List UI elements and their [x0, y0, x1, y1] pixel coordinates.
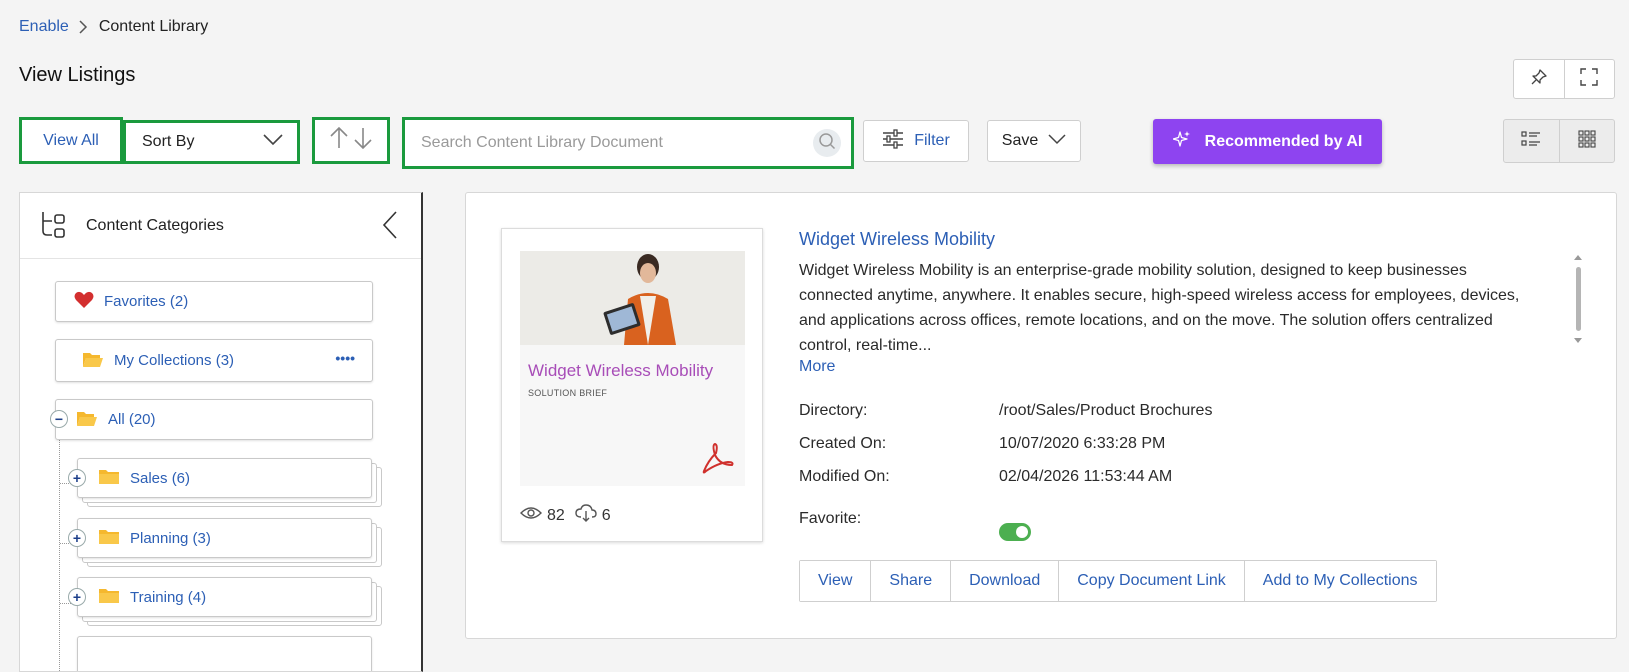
category-planning[interactable]: Planning (3) — [77, 518, 372, 558]
sort-by-select[interactable]: Sort By — [123, 120, 300, 164]
copy-document-link-button[interactable]: Copy Document Link — [1058, 561, 1244, 601]
folder-icon — [98, 587, 120, 608]
categories-icon — [40, 211, 66, 244]
more-link[interactable]: More — [799, 358, 835, 376]
folder-open-icon — [82, 350, 104, 372]
my-collections-node[interactable]: My Collections (3) •••• — [55, 339, 373, 382]
sort-direction-toggle[interactable] — [312, 117, 390, 164]
sort-by-label: Sort By — [142, 133, 195, 150]
chevron-right-icon — [69, 20, 99, 34]
favorites-label: Favorites (2) — [104, 293, 189, 310]
document-stats: 82 6 — [520, 504, 621, 527]
sliders-icon — [882, 128, 904, 154]
grid-view-icon — [1578, 129, 1596, 153]
folder-icon — [98, 468, 120, 489]
all-label: All (20) — [108, 411, 156, 428]
filter-button[interactable]: Filter — [863, 120, 969, 162]
panel-header: Content Categories — [20, 193, 421, 259]
favorites-node[interactable]: Favorites (2) — [55, 281, 373, 322]
folder-open-icon — [76, 409, 98, 431]
expand-planning-toggle[interactable]: + — [68, 529, 86, 547]
views-stat: 82 — [520, 506, 565, 525]
document-thumbnail: Widget Wireless Mobility SOLUTION BRIEF — [520, 251, 745, 486]
breadcrumb: Enable Content Library — [19, 18, 208, 36]
filter-label: Filter — [914, 132, 950, 149]
search-button[interactable] — [813, 129, 841, 157]
cloud-download-icon — [575, 504, 597, 527]
pin-button[interactable] — [1514, 60, 1564, 98]
pin-icon — [1530, 68, 1548, 91]
content-categories-panel: Content Categories Favorites (2) My Coll… — [19, 192, 423, 672]
category-label: Planning (3) — [130, 529, 211, 547]
arrow-down-icon[interactable] — [353, 126, 373, 155]
save-label: Save — [1001, 132, 1039, 149]
directory-value: /root/Sales/Product Brochures — [999, 402, 1213, 419]
scrollbar-thumb[interactable] — [1576, 267, 1581, 331]
downloads-count: 6 — [601, 506, 611, 524]
favorite-label: Favorite: — [799, 510, 862, 527]
tree-line — [59, 433, 60, 671]
downloads-stat: 6 — [575, 504, 611, 527]
document-card: Widget Wireless Mobility SOLUTION BRIEF … — [465, 192, 1617, 639]
sparkle-icon — [1172, 130, 1191, 153]
panel-title: Content Categories — [86, 217, 224, 234]
save-dropdown[interactable]: Save — [987, 120, 1081, 162]
fullscreen-button[interactable] — [1563, 60, 1615, 98]
chevron-down-icon — [1048, 132, 1066, 150]
search-icon — [818, 132, 836, 155]
category-sales[interactable]: Sales (6) — [77, 458, 372, 498]
arrow-up-icon[interactable] — [329, 126, 349, 155]
category-partial[interactable] — [77, 636, 372, 671]
expand-sales-toggle[interactable]: + — [68, 469, 86, 487]
heart-icon — [74, 291, 94, 313]
page-title: View Listings — [19, 64, 136, 86]
category-training[interactable]: Training (4) — [77, 577, 372, 617]
expand-training-toggle[interactable]: + — [68, 588, 86, 606]
chevron-left-icon[interactable] — [382, 211, 398, 244]
ai-button-label: Recommended by AI — [1204, 132, 1363, 150]
document-actions: View Share Download Copy Document Link A… — [799, 560, 1437, 602]
breadcrumb-link-enable[interactable]: Enable — [19, 18, 69, 36]
all-node[interactable]: All (20) — [55, 399, 373, 440]
add-to-my-collections-button[interactable]: Add to My Collections — [1243, 561, 1436, 601]
search-input[interactable] — [419, 133, 813, 153]
fullscreen-icon — [1580, 67, 1598, 91]
directory-label: Directory: — [799, 402, 868, 419]
eye-icon — [520, 506, 542, 525]
modified-value: 02/04/2026 11:53:44 AM — [999, 468, 1173, 485]
chevron-down-icon — [263, 133, 283, 151]
recommended-by-ai-button[interactable]: Recommended by AI — [1153, 119, 1382, 164]
thumbnail-subtitle: SOLUTION BRIEF — [528, 388, 608, 398]
document-description: Widget Wireless Mobility is an enterpris… — [799, 262, 1520, 354]
views-count: 82 — [547, 506, 565, 524]
favorite-toggle[interactable] — [999, 523, 1031, 541]
list-view-icon — [1521, 130, 1541, 153]
created-value: 10/07/2020 6:33:28 PM — [999, 435, 1166, 452]
view-button[interactable]: View — [800, 561, 871, 601]
view-mode-toggle — [1503, 119, 1615, 163]
my-collections-label: My Collections (3) — [114, 352, 235, 369]
grid-view-button[interactable] — [1558, 120, 1615, 162]
list-view-button[interactable] — [1504, 120, 1559, 162]
header-actions — [1513, 59, 1615, 99]
folder-icon — [98, 528, 120, 549]
category-label: Training (4) — [130, 588, 207, 606]
document-title[interactable]: Widget Wireless Mobility — [799, 229, 995, 250]
download-button[interactable]: Download — [950, 561, 1059, 601]
share-button[interactable]: Share — [870, 561, 951, 601]
breadcrumb-current: Content Library — [98, 18, 209, 35]
category-label: Sales (6) — [130, 469, 191, 487]
thumbnail-title: Widget Wireless Mobility — [528, 361, 714, 380]
pdf-icon — [700, 441, 736, 480]
view-all-button[interactable]: View All — [19, 117, 123, 164]
thumbnail-photo — [520, 251, 745, 345]
created-label: Created On: — [799, 435, 887, 452]
document-thumbnail-card[interactable]: Widget Wireless Mobility SOLUTION BRIEF … — [501, 228, 763, 542]
collapse-all-toggle[interactable]: − — [50, 410, 68, 428]
search-box — [402, 117, 854, 169]
collections-menu-button[interactable]: •••• — [335, 350, 355, 366]
modified-label: Modified On: — [799, 468, 890, 485]
